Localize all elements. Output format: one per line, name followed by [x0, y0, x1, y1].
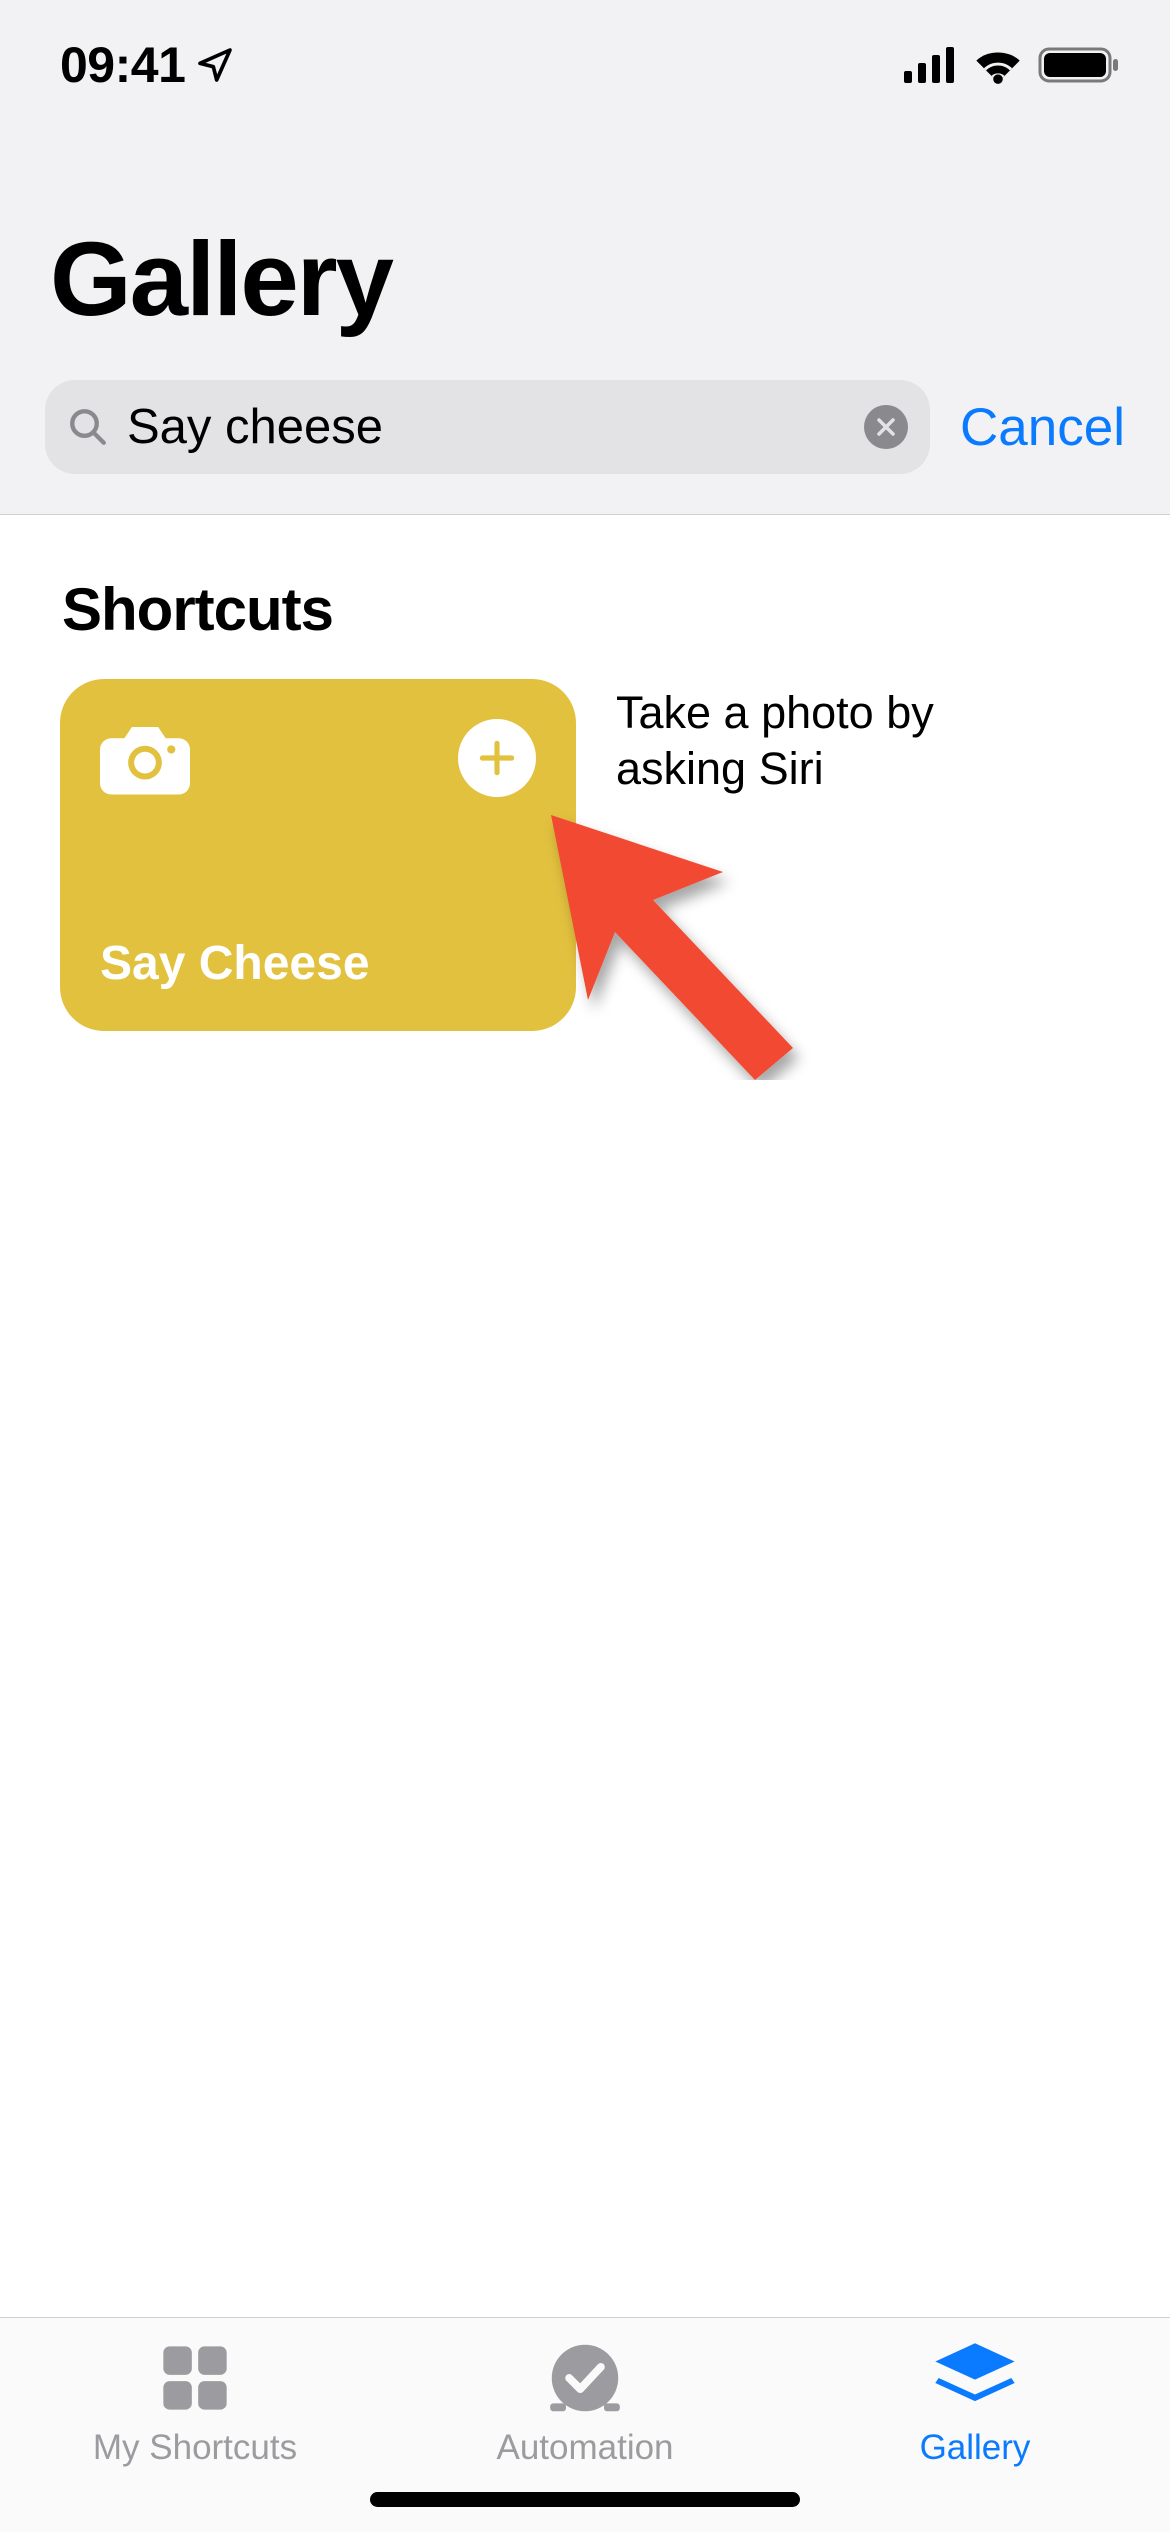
section-title: Shortcuts [0, 575, 1170, 679]
location-icon [195, 45, 235, 85]
tab-gallery[interactable]: Gallery [780, 2340, 1170, 2468]
tab-label: Automation [496, 2428, 673, 2468]
close-icon [874, 415, 898, 439]
status-time: 09:41 [60, 36, 185, 94]
battery-icon [1038, 45, 1120, 85]
camera-icon [100, 719, 190, 795]
home-indicator[interactable] [370, 2492, 800, 2507]
cancel-button[interactable]: Cancel [960, 397, 1125, 458]
tab-label: My Shortcuts [93, 2428, 297, 2468]
status-bar: 09:41 [0, 0, 1170, 120]
tab-label: Gallery [920, 2428, 1031, 2468]
stack-icon [932, 2340, 1018, 2416]
add-shortcut-button[interactable] [458, 719, 536, 797]
plus-icon [475, 736, 519, 780]
clear-search-button[interactable] [864, 405, 908, 449]
shortcut-description: Take a photo by asking Siri [616, 679, 1036, 798]
search-input[interactable] [127, 399, 846, 455]
clock-check-icon [547, 2340, 623, 2416]
shortcut-card-label: Say Cheese [100, 936, 536, 991]
shortcut-card-say-cheese[interactable]: Say Cheese [60, 679, 576, 1031]
page-title: Gallery [0, 120, 1170, 380]
search-icon [67, 406, 109, 448]
wifi-icon [972, 45, 1024, 85]
cellular-icon [904, 47, 958, 83]
search-field[interactable] [45, 380, 930, 474]
tab-automation[interactable]: Automation [390, 2340, 780, 2468]
grid-icon [157, 2340, 233, 2416]
tab-my-shortcuts[interactable]: My Shortcuts [0, 2340, 390, 2468]
